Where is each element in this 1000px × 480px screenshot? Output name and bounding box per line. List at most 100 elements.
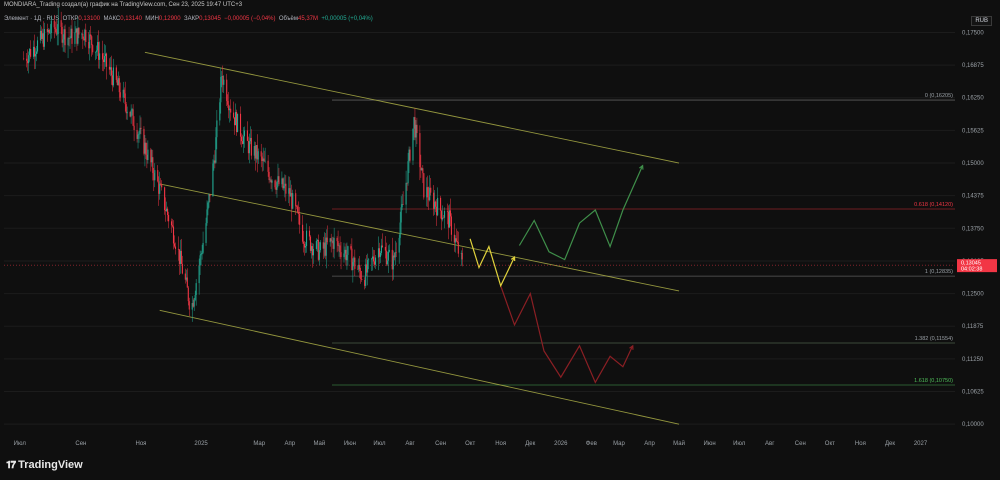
- candle-body: [29, 49, 31, 56]
- countdown-value: 04:02:38: [961, 267, 982, 273]
- candle-body: [350, 246, 352, 249]
- candle-body: [337, 241, 339, 246]
- candle-body: [449, 210, 451, 217]
- candle-body: [380, 245, 382, 253]
- candle-body: [170, 221, 173, 226]
- price-chart[interactable]: 0 (0,16205) 0.618 (0,14120) 1 (0,12835) 1.3…: [0, 0, 1000, 480]
- candle-body: [460, 252, 462, 254]
- candle-body: [110, 67, 112, 76]
- candle-body: [81, 33, 83, 35]
- candle-body: [255, 145, 257, 159]
- candle-body: [67, 38, 69, 46]
- candle-body: [415, 124, 417, 138]
- channel-line-middle: [159, 183, 680, 292]
- candle-body: [168, 214, 170, 222]
- candle-body: [372, 256, 374, 259]
- candle-body: [220, 76, 222, 103]
- candle-body: [84, 29, 86, 41]
- candle-body: [277, 176, 279, 183]
- candle-body: [34, 46, 36, 57]
- candle-body: [57, 20, 59, 35]
- x-tick-label: Фев: [586, 441, 597, 447]
- candle-body: [406, 182, 408, 184]
- candle-body: [400, 207, 402, 223]
- candle-body: [364, 280, 366, 286]
- candle-body: [253, 145, 255, 156]
- candle-body: [180, 250, 182, 264]
- x-tick-label: Май: [313, 440, 325, 447]
- x-tick-label: Сен: [75, 441, 86, 447]
- candle-body: [422, 168, 424, 174]
- candle-body: [284, 183, 286, 186]
- candle-body: [145, 142, 147, 155]
- candle-body: [267, 160, 269, 172]
- candle-body: [194, 294, 196, 300]
- candle-body: [304, 243, 306, 248]
- candle-body: [268, 171, 270, 181]
- candle-body: [201, 252, 203, 255]
- candle-body: [28, 55, 30, 64]
- y-tick-label: 0,10000: [962, 422, 984, 428]
- candle-body: [374, 257, 377, 265]
- candle-body: [270, 179, 272, 183]
- candle-body: [447, 211, 450, 228]
- candle-body: [461, 252, 463, 260]
- tradingview-logo: 𝟏𝟕 TradingView: [6, 459, 83, 471]
- candle-body: [260, 151, 262, 157]
- candle-body: [172, 226, 175, 244]
- candle-body: [340, 252, 342, 258]
- candle-body: [161, 184, 163, 188]
- candle-body: [256, 145, 258, 160]
- x-tick-label: Июл: [14, 441, 27, 447]
- candle-body: [160, 183, 162, 185]
- candle-body: [395, 252, 397, 253]
- candle-body: [221, 76, 223, 77]
- candle-body: [346, 254, 348, 261]
- candle-body: [409, 149, 411, 161]
- candle-body: [60, 20, 62, 27]
- candle-body: [378, 248, 381, 257]
- candle-body: [457, 242, 459, 254]
- tradingview-logo-icon: 𝟏𝟕: [6, 459, 16, 471]
- candle-body: [295, 193, 297, 207]
- candle-body: [360, 271, 362, 279]
- candle-body: [188, 301, 190, 310]
- candle-body: [230, 108, 232, 113]
- projection-paths: [469, 164, 644, 384]
- candle-body: [278, 176, 280, 185]
- candle-body: [441, 217, 444, 220]
- candle-body: [119, 92, 121, 98]
- candle-body: [339, 245, 341, 253]
- candle-body: [368, 259, 370, 261]
- candle-body: [199, 255, 201, 266]
- x-tick-label: Апр: [644, 441, 655, 447]
- candle-body: [290, 193, 292, 197]
- candle-body: [133, 125, 135, 131]
- candle-body: [289, 188, 291, 197]
- candle-body: [99, 53, 101, 60]
- x-tick-label: Июн: [704, 441, 716, 447]
- candle-body: [122, 89, 124, 98]
- candle-body: [140, 127, 142, 129]
- candle-body: [264, 160, 266, 162]
- candle-body: [455, 238, 457, 242]
- candle-body: [206, 209, 208, 224]
- candle-body: [326, 237, 328, 243]
- candle-body: [126, 111, 128, 114]
- candle-body: [205, 223, 207, 243]
- candle-body: [324, 242, 326, 256]
- candle-body: [310, 246, 313, 251]
- candle-body: [283, 185, 285, 189]
- candle-body: [440, 197, 442, 211]
- candle-body: [105, 53, 108, 67]
- candle-body: [130, 110, 132, 117]
- channel-lines: [144, 51, 680, 425]
- candle-body: [329, 238, 331, 243]
- candle-body: [115, 67, 117, 80]
- candle-body: [358, 264, 360, 270]
- candle-body: [254, 145, 256, 159]
- candle-body: [347, 246, 349, 255]
- candle-body: [208, 194, 210, 203]
- candle-body: [152, 157, 154, 174]
- candle-body: [227, 101, 229, 105]
